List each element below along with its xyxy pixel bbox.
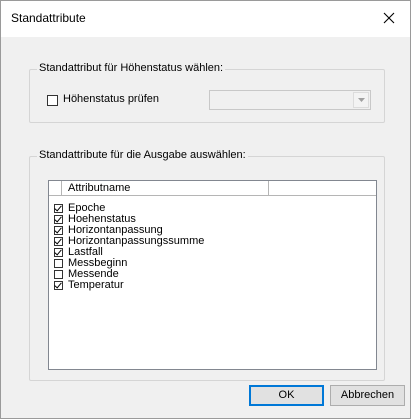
list-item-checkbox[interactable] xyxy=(54,204,63,213)
dialog-window: Standattribute Standattribut für Höhenst… xyxy=(0,0,411,419)
list-item-checkbox[interactable] xyxy=(54,237,63,246)
column-header-attributname[interactable]: Attributname xyxy=(62,181,269,195)
cancel-button[interactable]: Abbrechen xyxy=(330,385,405,406)
column-header-check[interactable] xyxy=(49,181,62,195)
list-item-checkbox[interactable] xyxy=(54,215,63,224)
chevron-down-icon xyxy=(357,98,365,102)
close-icon xyxy=(383,12,395,24)
attribute-list[interactable]: Attributname Epoche Hoehenstatus Horizon… xyxy=(48,180,377,370)
height-status-checkbox[interactable] xyxy=(47,95,58,106)
height-status-group-legend: Standattribut für Höhenstatus wählen: xyxy=(37,62,226,74)
output-attributes-group-legend: Standattribute für die Ausgabe auswählen… xyxy=(37,149,248,161)
window-title: Standattribute xyxy=(11,11,86,25)
list-item-checkbox[interactable] xyxy=(54,248,63,257)
list-item[interactable]: Temperatur xyxy=(49,279,376,291)
column-header-extra[interactable] xyxy=(269,181,376,195)
combo-dropdown-button[interactable] xyxy=(353,92,369,108)
list-item-label: Temperatur xyxy=(68,279,124,291)
list-item-checkbox[interactable] xyxy=(54,270,63,279)
list-item-checkbox[interactable] xyxy=(54,281,63,290)
close-button[interactable] xyxy=(368,1,410,35)
ok-button[interactable]: OK xyxy=(249,385,324,406)
height-status-checkbox-label: Höhenstatus prüfen xyxy=(63,93,160,105)
list-item-checkbox[interactable] xyxy=(54,259,63,268)
title-bar: Standattribute xyxy=(1,1,410,37)
list-header: Attributname xyxy=(49,181,376,196)
column-header-label: Attributname xyxy=(68,182,131,194)
list-item-checkbox[interactable] xyxy=(54,226,63,235)
height-status-combo[interactable] xyxy=(209,90,371,110)
